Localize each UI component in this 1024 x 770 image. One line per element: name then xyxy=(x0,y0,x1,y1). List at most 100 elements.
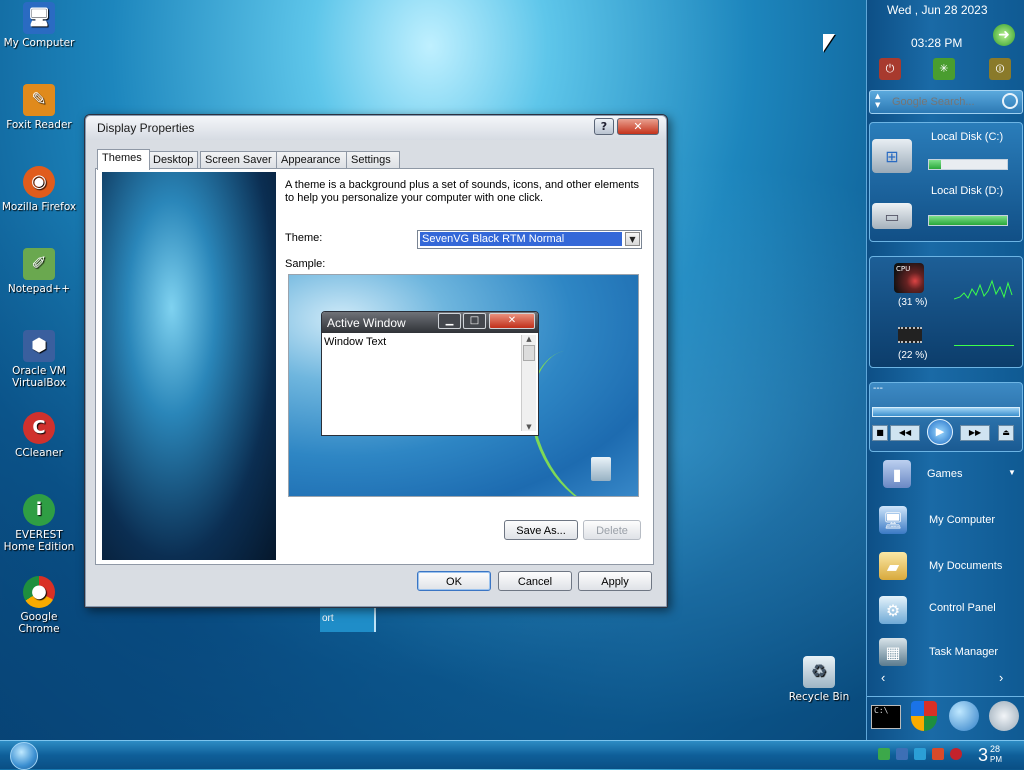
arrow-right-icon[interactable]: ➜ xyxy=(993,24,1015,46)
quick-menu: ▮ Games ▼ 🖥 My Computer ▰ My Documents ⚙… xyxy=(867,452,1024,692)
dialog-title: Display Properties xyxy=(97,121,195,135)
desktop-icon-label: Foxit Reader xyxy=(6,119,72,131)
tab-themes[interactable]: Themes xyxy=(97,149,150,170)
previous-icon[interactable]: ◀◀ xyxy=(890,425,920,441)
tab-appearance[interactable]: Appearance xyxy=(276,151,348,169)
stop-icon[interactable]: ■ xyxy=(872,425,888,441)
sidebar-date: Wed , Jun 28 2023 xyxy=(887,3,988,17)
restart-icon[interactable]: ✳ xyxy=(933,58,955,80)
memory-chip-icon xyxy=(898,327,922,343)
search-icon[interactable] xyxy=(1002,93,1018,109)
speaker-icon[interactable] xyxy=(989,701,1019,731)
sample-scrollbar: ▲ ▼ xyxy=(521,335,536,431)
tray-update-icon[interactable] xyxy=(914,748,926,760)
desktop-icon-everest[interactable]: i EVEREST Home Edition xyxy=(0,494,78,553)
tray-ccleaner-icon[interactable] xyxy=(932,748,944,760)
cpu-usage: (31 %) xyxy=(898,297,928,308)
clock-ampm: PM xyxy=(990,755,1002,764)
security-shield-icon[interactable] xyxy=(911,701,937,731)
theme-side-preview xyxy=(102,172,276,560)
tab-settings[interactable]: Settings xyxy=(346,151,400,169)
chevron-left-icon[interactable]: ‹ xyxy=(881,670,885,685)
theme-select[interactable]: SevenVG Black RTM Normal ▼ xyxy=(417,230,642,249)
disk-gadget: ⊞ Local Disk (C:) ▭ Local Disk (D:) xyxy=(869,122,1023,242)
ok-button[interactable]: OK xyxy=(417,571,491,591)
theme-select-value: SevenVG Black RTM Normal xyxy=(420,232,622,246)
apply-button[interactable]: Apply xyxy=(578,571,652,591)
tray-network-icon[interactable] xyxy=(878,748,890,760)
network-globe-icon[interactable] xyxy=(949,701,979,731)
menu-item-label: Control Panel xyxy=(929,602,996,614)
help-button[interactable]: ? xyxy=(594,118,614,135)
desktop-icon-label: Notepad++ xyxy=(7,283,71,295)
menu-item-label: Games xyxy=(927,468,963,480)
chevron-down-icon[interactable]: ▼ xyxy=(625,232,640,246)
desktop-icon-label: CCleaner xyxy=(15,447,63,459)
tab-desktop[interactable]: Desktop xyxy=(148,151,198,169)
themes-panel: A theme is a background plus a set of so… xyxy=(95,168,654,565)
media-seek-bar[interactable] xyxy=(872,407,1020,417)
windows-drive-icon: ⊞ xyxy=(872,139,912,173)
background-window-text: ort xyxy=(322,613,334,624)
menu-item-my-documents[interactable]: ▰ My Documents xyxy=(867,544,1024,588)
desktop-icon-foxit-reader[interactable]: ✎ Foxit Reader xyxy=(0,84,78,131)
eject-icon[interactable]: ⏏ xyxy=(998,425,1014,441)
close-icon: ✕ xyxy=(489,313,535,329)
sidebar-gadgets: Wed , Jun 28 2023 03:28 PM ➜ ⏻ ✳ ⏼ ▲▼ ⊞ … xyxy=(866,0,1024,740)
desktop-icon-ccleaner[interactable]: C CCleaner xyxy=(0,412,78,459)
desktop-icon-label: EVEREST Home Edition xyxy=(3,529,75,553)
memory-graph xyxy=(954,345,1014,346)
disk-d-usage-fill xyxy=(929,216,1007,225)
maximize-icon: □ xyxy=(463,313,486,329)
cancel-button[interactable]: Cancel xyxy=(498,571,572,591)
shutdown-icon[interactable]: ⏼ xyxy=(989,58,1011,80)
command-prompt-glyph: C:\ xyxy=(874,706,889,715)
desktop-icon-notepad-plus-plus[interactable]: ✐ Notepad++ xyxy=(0,248,78,295)
save-as-button[interactable]: Save As... xyxy=(504,520,578,540)
background-window-fragment[interactable]: ort xyxy=(320,606,376,632)
chevron-down-icon[interactable]: ▼ xyxy=(1008,468,1016,477)
taskbar: 3 28 PM xyxy=(0,740,1024,770)
start-button[interactable] xyxy=(10,742,38,770)
desktop-icon-chrome[interactable]: ● Google Chrome xyxy=(0,576,78,635)
menu-item-control-panel[interactable]: ⚙ Control Panel xyxy=(867,590,1024,630)
tray-monitor-icon[interactable] xyxy=(896,748,908,760)
desktop-icon-firefox[interactable]: ◉ Mozilla Firefox xyxy=(0,166,78,213)
scroll-up-icon: ▲ xyxy=(526,335,532,343)
desktop-icon-virtualbox[interactable]: ⬢ Oracle VM VirtualBox xyxy=(0,330,78,389)
cpu-gauge-label: CPU xyxy=(896,265,911,273)
google-search-box[interactable]: ▲ ▼ xyxy=(869,90,1023,114)
play-icon[interactable]: ▶ xyxy=(927,419,953,445)
menu-item-task-manager[interactable]: ▦ Task Manager xyxy=(867,634,1024,674)
firefox-icon: ◉ xyxy=(23,166,55,198)
menu-item-my-computer[interactable]: 🖥 My Computer xyxy=(867,498,1024,542)
system-monitor-gadget: CPU (31 %) (22 %) xyxy=(869,256,1023,368)
menu-item-games[interactable]: ▮ Games ▼ xyxy=(867,452,1024,496)
google-search-input[interactable] xyxy=(890,93,1002,111)
quick-launch: C:\ xyxy=(867,696,1024,739)
disk-c-usage-bar xyxy=(928,159,1008,170)
tray-antivirus-icon[interactable] xyxy=(950,748,962,760)
theme-description: A theme is a background plus a set of so… xyxy=(285,179,640,204)
search-scroll-icon: ▲ ▼ xyxy=(875,92,881,109)
desktop-icon-my-computer[interactable]: 🖥 My Computer xyxy=(0,2,78,49)
power-icon[interactable]: ⏻ xyxy=(879,58,901,80)
close-button[interactable]: ✕ xyxy=(617,118,659,135)
taskbar-clock[interactable]: 3 28 PM xyxy=(976,743,1022,767)
cpu-graph xyxy=(954,279,1013,300)
scroll-down-icon: ▼ xyxy=(526,423,532,431)
foxit-reader-icon: ✎ xyxy=(23,84,55,116)
cpu-gauge-icon: CPU xyxy=(894,263,924,293)
sample-active-window: Active Window ▁ □ ✕ Window Text ▲ ▼ xyxy=(321,311,539,436)
desktop-icon-recycle-bin[interactable]: ♻ Recycle Bin xyxy=(780,656,858,703)
media-track: --- xyxy=(873,383,883,394)
chevron-right-icon[interactable]: › xyxy=(999,670,1003,685)
hard-drive-icon: ▭ xyxy=(872,203,912,229)
delete-button[interactable]: Delete xyxy=(583,520,641,540)
tab-screen-saver[interactable]: Screen Saver xyxy=(200,151,278,169)
control-panel-icon: ⚙ xyxy=(879,596,907,624)
sample-window-title: Active Window xyxy=(327,316,406,330)
command-prompt-icon[interactable]: C:\ xyxy=(871,705,901,729)
dialog-titlebar[interactable]: Display Properties ? ✕ xyxy=(86,116,666,140)
next-icon[interactable]: ▶▶ xyxy=(960,425,990,441)
